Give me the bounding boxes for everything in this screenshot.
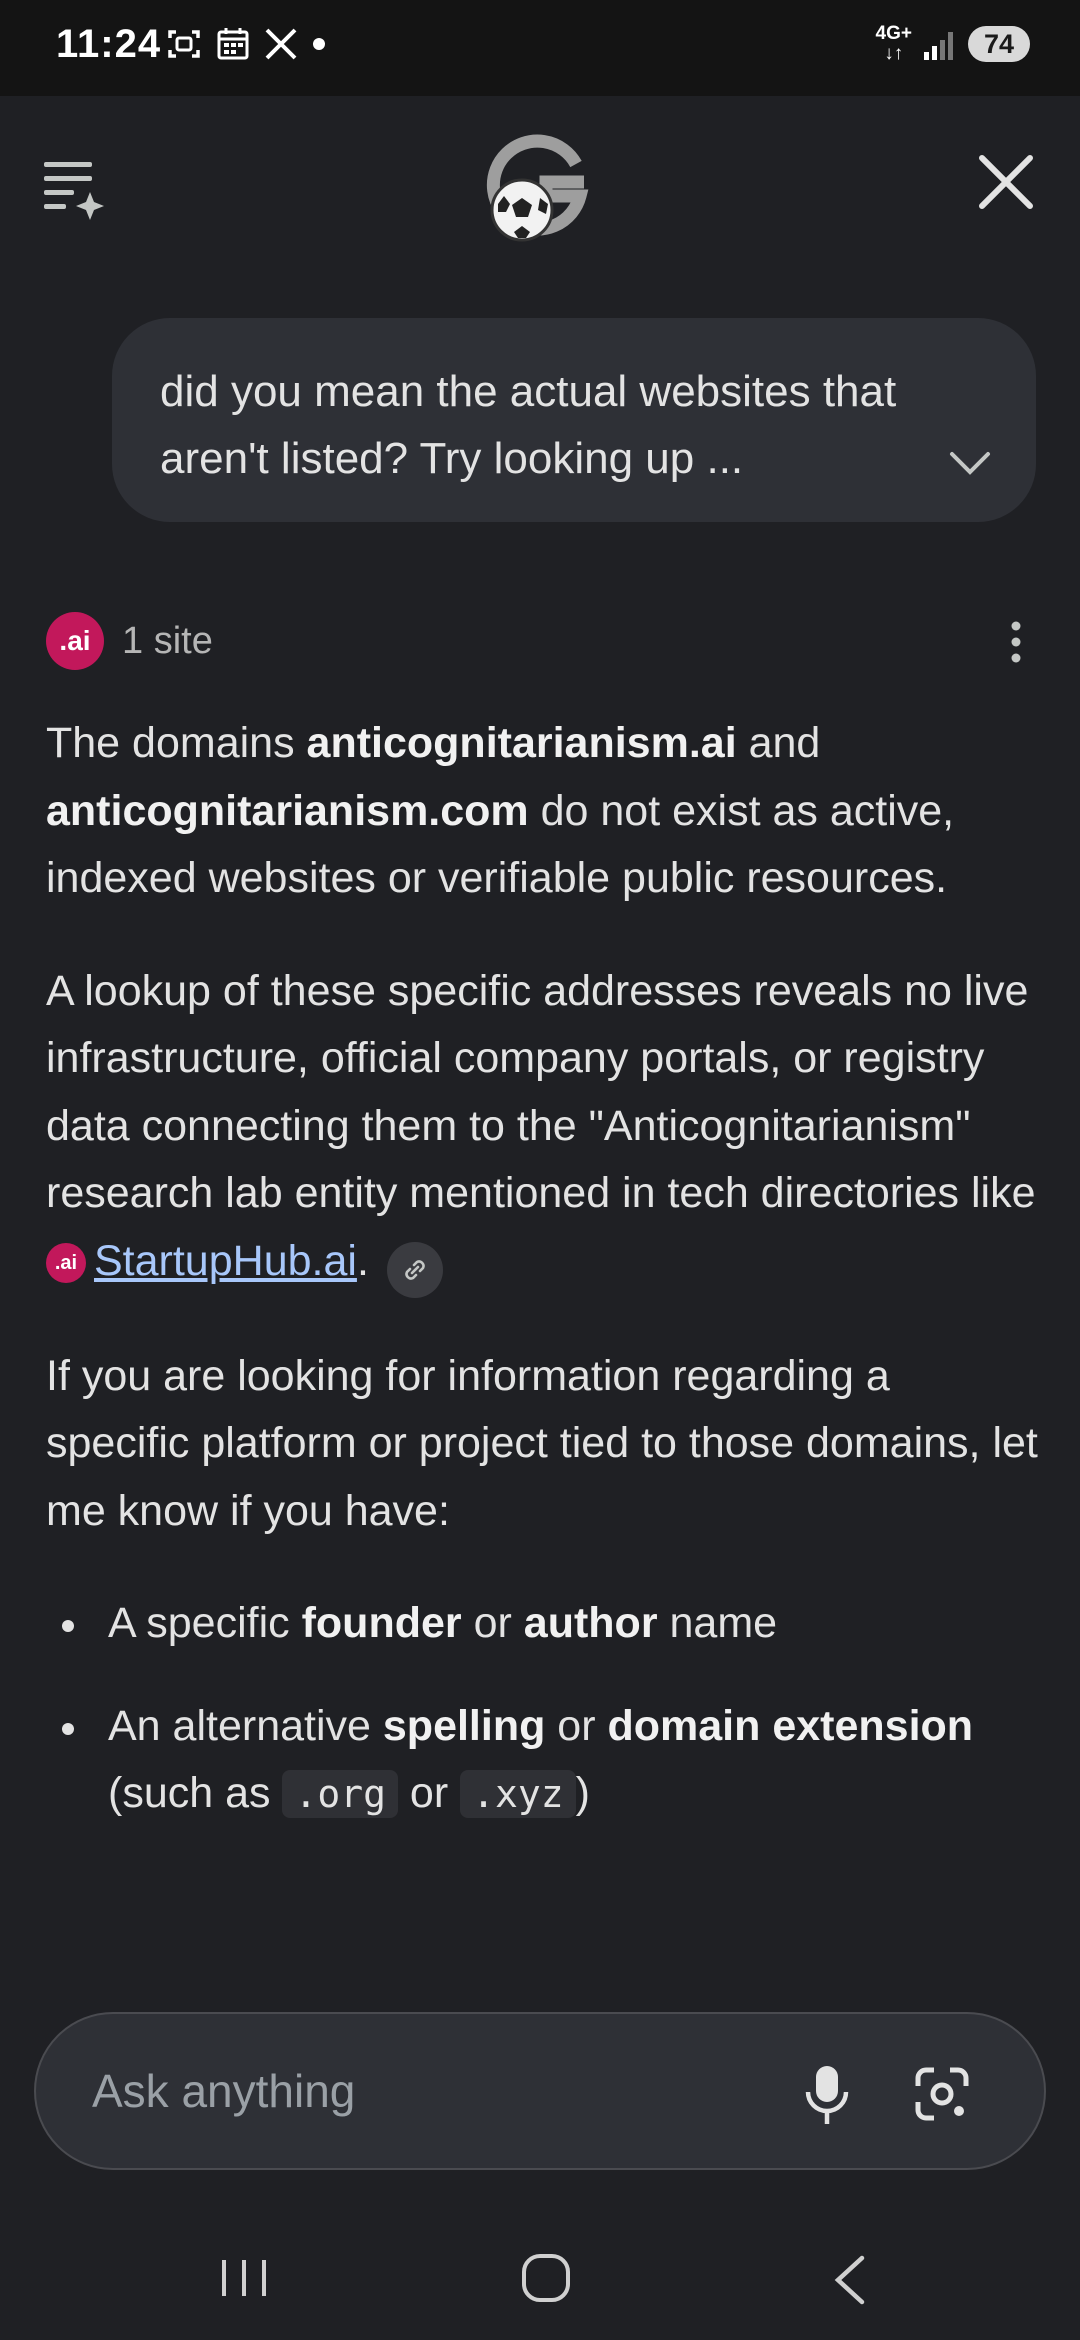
ask-input-bar[interactable]: Ask anything	[34, 2012, 1046, 2170]
domain-com: anticognitarianism.com	[46, 786, 529, 835]
app-header	[0, 96, 1080, 266]
answer-content: The domains anticognitarianism.ai and an…	[46, 710, 1042, 1864]
status-bar: 11:24 4G+ ↓↑ 74	[0, 0, 1080, 96]
startuphub-favicon: .ai	[46, 1243, 86, 1284]
sources-count[interactable]: 1 site	[122, 620, 213, 663]
screenshot-icon	[168, 30, 200, 58]
answer-paragraph: If you are looking for information regar…	[46, 1351, 1038, 1535]
more-notifications-dot-icon	[313, 38, 325, 50]
user-query-text: did you mean the actual websites that ar…	[160, 367, 897, 483]
calendar-icon	[217, 28, 249, 60]
site-favicon: .ai	[46, 612, 104, 670]
answer-paragraph: The domains anticognitarianism.ai and an…	[46, 719, 955, 902]
menu-sparkle-icon[interactable]	[40, 156, 110, 220]
soccer-g-logo	[486, 134, 589, 242]
signal-icon	[924, 32, 953, 60]
link-icon	[405, 1259, 425, 1280]
back-icon[interactable]	[830, 2252, 870, 2308]
battery-indicator: 74	[968, 26, 1030, 62]
x-app-icon	[265, 28, 297, 60]
status-time: 11:24	[56, 22, 162, 66]
close-icon[interactable]	[972, 148, 1040, 216]
citation-chip[interactable]	[386, 1241, 443, 1298]
user-query-bubble[interactable]: did you mean the actual websites that ar…	[112, 318, 1036, 522]
startuphub-link[interactable]: StartupHub.ai	[94, 1237, 357, 1285]
recent-apps-icon[interactable]	[216, 2254, 272, 2302]
list-item: An alternative spelling or domain extens…	[46, 1693, 1042, 1829]
code-org: .org	[282, 1770, 398, 1818]
domain-ai: anticognitarianism.ai	[306, 719, 737, 767]
mic-icon[interactable]	[804, 2064, 850, 2126]
network-type: 4G+ ↓↑	[875, 23, 912, 64]
code-xyz: .xyz	[460, 1770, 576, 1818]
chevron-down-icon[interactable]	[948, 448, 992, 478]
system-nav-bar	[0, 2220, 1080, 2340]
home-icon[interactable]	[520, 2252, 572, 2304]
notification-icons	[166, 26, 326, 62]
system-icons: 4G+ ↓↑ 74	[876, 24, 1030, 64]
camera-lens-icon[interactable]	[914, 2066, 970, 2122]
answer-paragraph: A lookup of these specific addresses rev…	[46, 958, 1042, 1298]
more-vert-icon[interactable]	[996, 620, 1036, 664]
suggestion-list: A specific founder or author name An alt…	[46, 1590, 1042, 1829]
list-item: A specific founder or author name	[46, 1590, 1042, 1658]
ask-input-placeholder[interactable]: Ask anything	[92, 2064, 355, 2118]
sources-row[interactable]: .ai 1 site	[46, 612, 1036, 672]
